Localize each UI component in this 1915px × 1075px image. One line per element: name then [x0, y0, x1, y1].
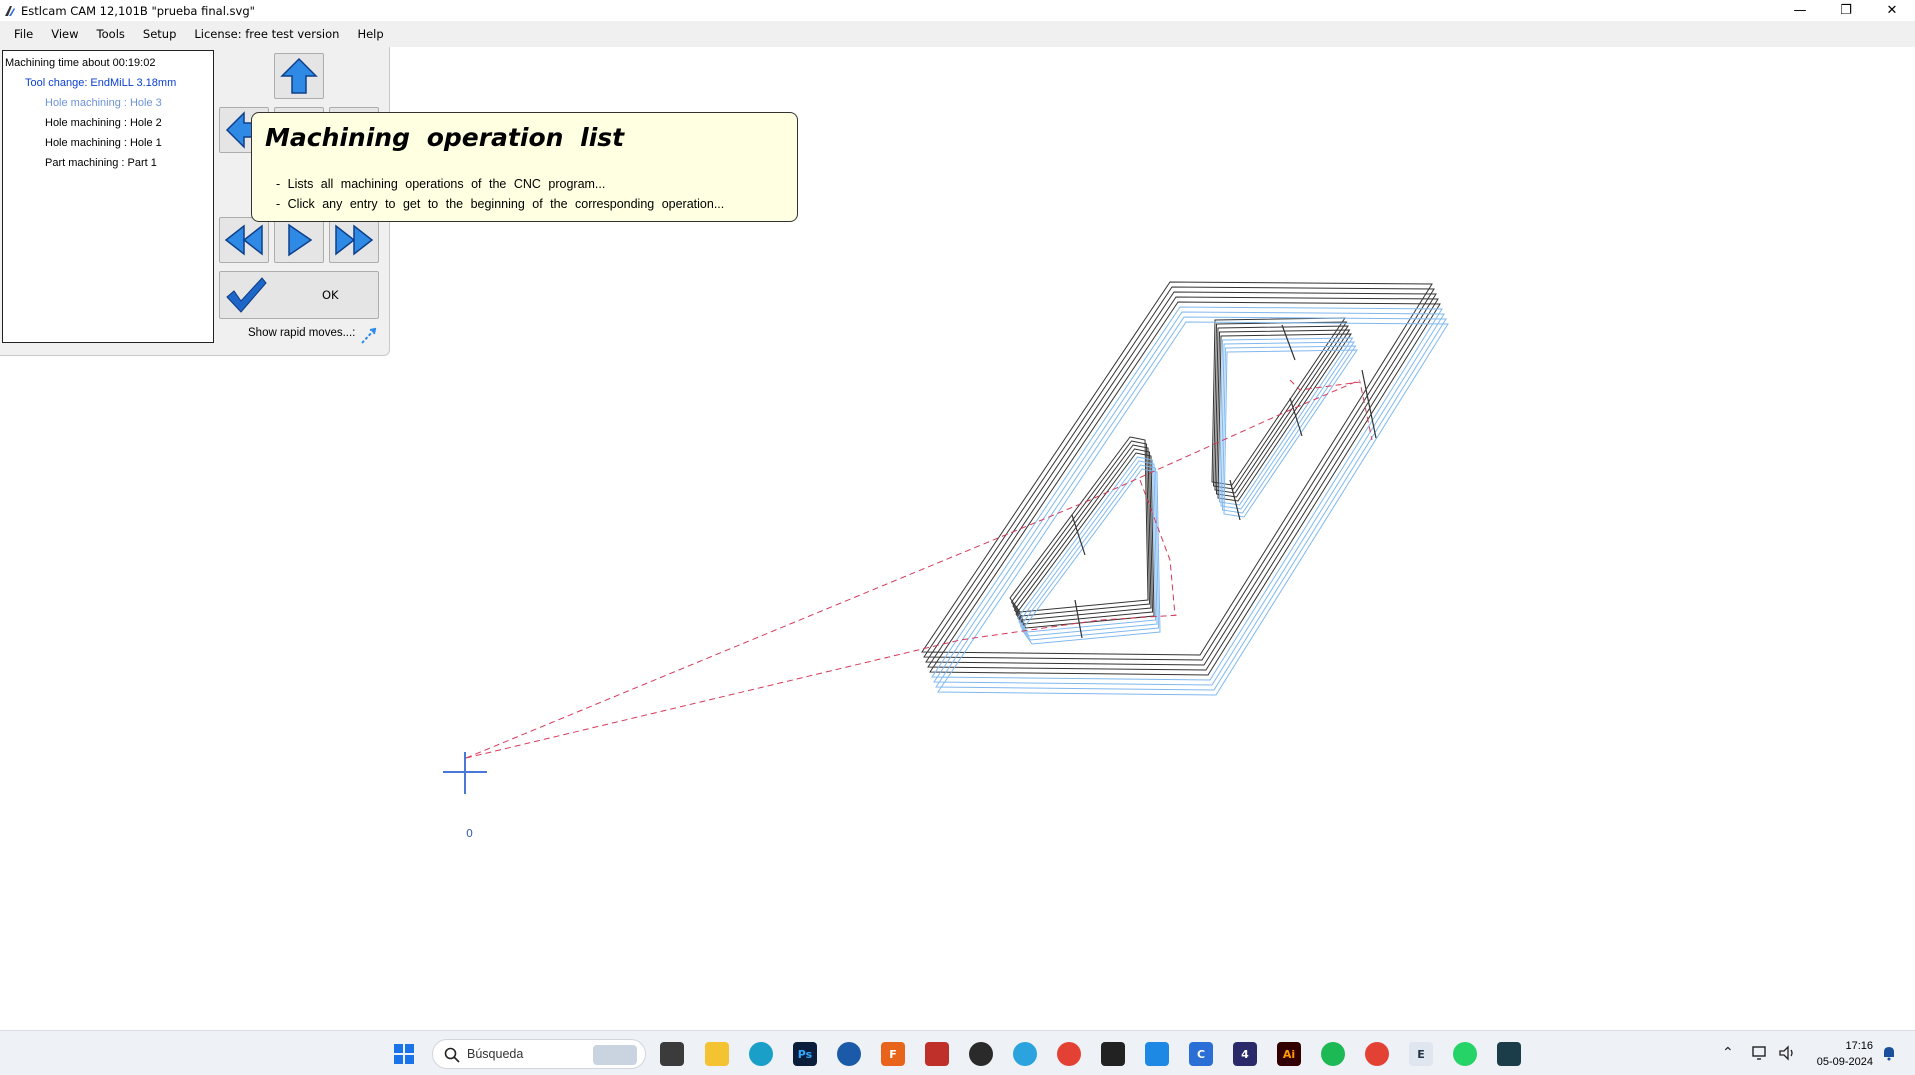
menu-help[interactable]: Help	[348, 27, 392, 41]
frame-outline	[931, 306, 1443, 681]
search-highlight-icon	[593, 1045, 637, 1065]
rapid-moves-toggle-icon[interactable]	[360, 327, 378, 345]
list-item-part-1[interactable]: Part machining : Part 1	[3, 153, 213, 173]
origin-marker	[443, 752, 487, 794]
app-icon-2[interactable]	[837, 1042, 861, 1066]
app-icon-6[interactable]	[1145, 1042, 1169, 1066]
show-rapid-moves-label: Show rapid moves...:	[248, 327, 356, 339]
arrow-up-icon	[280, 57, 318, 94]
photoshop-icon[interactable]: Ps	[793, 1042, 817, 1066]
minimize-button[interactable]: —	[1777, 0, 1823, 21]
whatsapp-icon[interactable]	[1453, 1042, 1477, 1066]
search-placeholder: Búsqueda	[467, 1047, 524, 1061]
menu-view[interactable]: View	[42, 27, 87, 41]
menu-bar: File View Tools Setup License: free test…	[0, 21, 1915, 47]
app-icon-1[interactable]	[749, 1042, 773, 1066]
app-icon-5[interactable]	[1101, 1042, 1125, 1066]
rapid-moves	[465, 379, 1373, 759]
menu-file[interactable]: File	[5, 27, 42, 41]
list-item-hole-1[interactable]: Hole machining : Hole 1	[3, 133, 213, 153]
operation-list-tooltip: Machining operation list - Lists all mac…	[251, 112, 798, 222]
frame-outline	[923, 286, 1435, 661]
taskbar-search[interactable]: Búsqueda	[432, 1039, 646, 1069]
frame-outline	[927, 296, 1439, 671]
tooltip-title: Machining operation list	[265, 123, 625, 152]
frame-outline	[937, 321, 1449, 696]
window-title: Estlcam CAM 12,101B "prueba final.svg"	[21, 3, 255, 18]
taskbar-clock[interactable]: 17:16 05-09-2024	[1817, 1038, 1873, 1070]
estlcam-app-icon	[5, 5, 15, 16]
file-explorer-icon[interactable]	[705, 1042, 729, 1066]
volume-icon[interactable]	[1778, 1045, 1796, 1061]
play-button[interactable]	[274, 217, 324, 263]
rewind-button[interactable]	[219, 217, 269, 263]
network-icon[interactable]	[1752, 1045, 1770, 1061]
obs-icon[interactable]	[969, 1042, 993, 1066]
origin-label: 0	[466, 827, 473, 840]
frame-outline	[933, 311, 1445, 686]
chrome-profile-icon[interactable]	[1365, 1042, 1389, 1066]
search-icon	[444, 1047, 460, 1063]
app-icon-9[interactable]	[1497, 1042, 1521, 1066]
notification-bell-icon[interactable]	[1881, 1045, 1897, 1061]
window-controls: — ❐ ✕	[1777, 0, 1915, 21]
move-up-button[interactable]	[274, 53, 324, 99]
restore-button[interactable]: ❐	[1823, 0, 1869, 21]
clock-date: 05-09-2024	[1816, 1056, 1873, 1068]
tooltip-line-2: - Click any entry to get to the beginnin…	[276, 197, 725, 211]
estlcam-window: Estlcam CAM 12,101B "prueba final.svg" —…	[0, 0, 1915, 1075]
telegram-icon[interactable]	[1013, 1042, 1037, 1066]
app-icon-4[interactable]	[925, 1042, 949, 1066]
ok-button[interactable]: OK	[219, 271, 379, 319]
fast-forward-icon	[335, 224, 374, 256]
list-item-tool-change[interactable]: Tool change: EndMiLL 3.18mm	[3, 73, 213, 93]
play-icon	[288, 223, 313, 257]
app-icon-3[interactable]: F	[881, 1042, 905, 1066]
ok-label: OK	[322, 288, 339, 302]
spotify-icon[interactable]	[1321, 1042, 1345, 1066]
frame-outline	[935, 316, 1447, 691]
fast-forward-button[interactable]	[329, 217, 379, 263]
list-item-hole-3[interactable]: Hole machining : Hole 3	[3, 93, 213, 113]
illustrator-icon[interactable]: Ai	[1277, 1042, 1301, 1066]
app-icon-8[interactable]: 4	[1233, 1042, 1257, 1066]
frame-outline	[921, 281, 1433, 656]
left-pocket-outline	[1010, 440, 1151, 617]
chrome-icon[interactable]	[1057, 1042, 1081, 1066]
chevron-up-icon[interactable]: ⌃	[1722, 1045, 1734, 1061]
task-view-icon[interactable]	[660, 1042, 684, 1066]
tooltip-line-1: - Lists all machining operations of the …	[276, 177, 606, 191]
operation-list[interactable]: Machining time about 00:19:02 Tool chang…	[2, 50, 214, 343]
list-item-hole-2[interactable]: Hole machining : Hole 2	[3, 113, 213, 133]
frame-outline	[929, 301, 1441, 676]
title-bar: Estlcam CAM 12,101B "prueba final.svg" —…	[0, 0, 1915, 21]
machining-time: Machining time about 00:19:02	[5, 57, 156, 69]
close-button[interactable]: ✕	[1869, 0, 1915, 21]
app-icon-7[interactable]: C	[1189, 1042, 1213, 1066]
frame-outline	[925, 291, 1437, 666]
checkmark-icon	[226, 277, 267, 313]
menu-tools[interactable]: Tools	[88, 27, 134, 41]
estlcam-taskbar-icon[interactable]: E	[1409, 1042, 1433, 1066]
menu-setup[interactable]: Setup	[134, 27, 185, 41]
windows-start-icon[interactable]	[393, 1043, 415, 1065]
rewind-icon	[224, 224, 263, 256]
menu-license[interactable]: License: free test version	[185, 27, 348, 41]
clock-time: 17:16	[1845, 1040, 1873, 1052]
windows-taskbar: Búsqueda Ps F C 4 Ai E ⌃ 17:16 05-09-202…	[0, 1030, 1915, 1075]
